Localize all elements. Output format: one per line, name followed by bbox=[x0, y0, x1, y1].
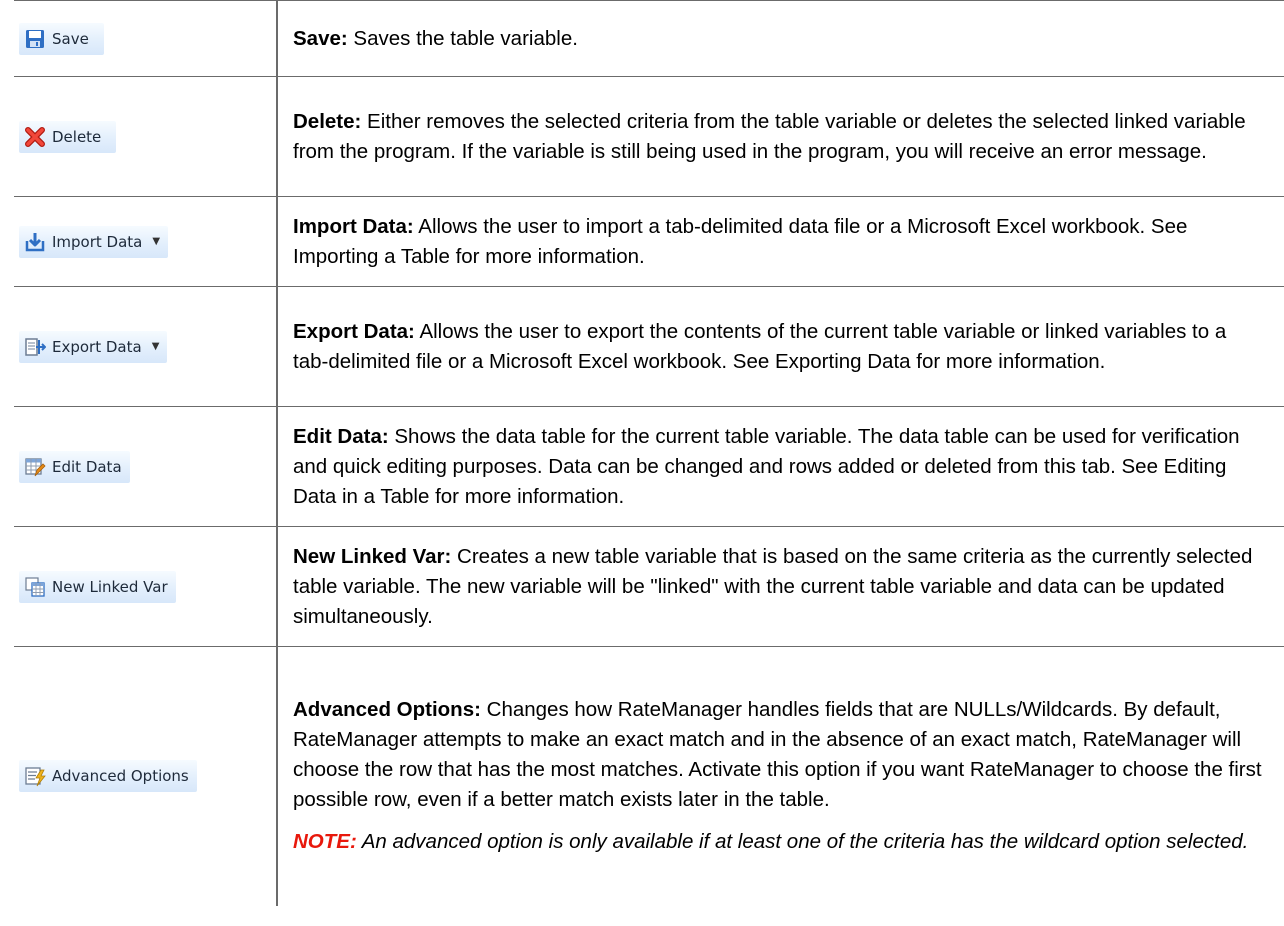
table-row: Advanced Options Advanced Options: Chang… bbox=[14, 646, 1284, 906]
advanced-options-button-label: Advanced Options bbox=[52, 767, 189, 786]
term-label: Edit Data: bbox=[293, 424, 389, 448]
button-cell: Edit Data bbox=[14, 406, 278, 527]
save-icon bbox=[24, 28, 46, 50]
term-label: Save: bbox=[293, 26, 348, 50]
button-cell: New Linked Var bbox=[14, 526, 278, 647]
description-cell: New Linked Var: Creates a new table vari… bbox=[277, 526, 1284, 647]
delete-button-label: Delete bbox=[52, 127, 102, 146]
description-text: Allows the user to export the contents o… bbox=[293, 319, 1227, 373]
advanced-options-icon bbox=[24, 765, 46, 787]
description-cell: Edit Data: Shows the data table for the … bbox=[277, 406, 1284, 527]
delete-icon bbox=[24, 126, 46, 148]
save-button[interactable]: Save bbox=[19, 22, 104, 55]
edit-table-icon bbox=[24, 456, 46, 478]
description-cell: Advanced Options: Changes how RateManage… bbox=[277, 647, 1284, 906]
description-text: Allows the user to import a tab-delimite… bbox=[293, 214, 1188, 268]
button-cell: Advanced Options bbox=[14, 646, 278, 906]
edit-data-button[interactable]: Edit Data bbox=[19, 450, 130, 483]
import-data-button-label: Import Data bbox=[52, 232, 143, 251]
term-label: Advanced Options: bbox=[293, 698, 481, 722]
description-text: Shows the data table for the current tab… bbox=[293, 424, 1240, 508]
chevron-down-icon[interactable]: ▼ bbox=[152, 236, 160, 247]
toolbar-reference-table: Save Save: Saves the table variable. Del… bbox=[14, 0, 1284, 906]
table-row: Delete Delete: Either removes the select… bbox=[14, 76, 1284, 197]
note: NOTE: An advanced option is only availab… bbox=[293, 827, 1262, 857]
button-cell: Export Data ▼ bbox=[14, 286, 278, 407]
table-row: Edit Data Edit Data: Shows the data tabl… bbox=[14, 406, 1284, 527]
description-cell: Delete: Either removes the selected crit… bbox=[277, 76, 1284, 197]
table-row: New Linked Var New Linked Var: Creates a… bbox=[14, 526, 1284, 647]
description-cell: Save: Saves the table variable. bbox=[277, 0, 1284, 77]
table-row: Save Save: Saves the table variable. bbox=[14, 0, 1284, 77]
linked-table-icon bbox=[24, 576, 46, 598]
advanced-options-button[interactable]: Advanced Options bbox=[19, 760, 197, 793]
button-cell: Delete bbox=[14, 76, 278, 197]
delete-button[interactable]: Delete bbox=[19, 120, 116, 153]
export-icon bbox=[24, 336, 46, 358]
description-cell: Import Data: Allows the user to import a… bbox=[277, 196, 1284, 287]
term-label: Delete: bbox=[293, 109, 362, 133]
import-icon bbox=[24, 231, 46, 253]
import-data-button[interactable]: Import Data ▼ bbox=[19, 225, 169, 258]
term-label: New Linked Var: bbox=[293, 544, 452, 568]
new-linked-var-button-label: New Linked Var bbox=[52, 577, 168, 596]
description-text: Saves the table variable. bbox=[347, 26, 578, 50]
note-label: NOTE: bbox=[293, 830, 357, 854]
term-label: Import Data: bbox=[293, 214, 414, 238]
table-row: Import Data ▼ Import Data: Allows the us… bbox=[14, 196, 1284, 287]
button-cell: Save bbox=[14, 0, 278, 77]
edit-data-button-label: Edit Data bbox=[52, 457, 122, 476]
table-row: Export Data ▼ Export Data: Allows the us… bbox=[14, 286, 1284, 407]
export-data-button[interactable]: Export Data ▼ bbox=[19, 330, 168, 363]
save-button-label: Save bbox=[52, 29, 89, 48]
note-text: An advanced option is only available if … bbox=[356, 830, 1249, 854]
button-cell: Import Data ▼ bbox=[14, 196, 278, 287]
new-linked-var-button[interactable]: New Linked Var bbox=[19, 570, 176, 603]
description-cell: Export Data: Allows the user to export t… bbox=[277, 286, 1284, 407]
export-data-button-label: Export Data bbox=[52, 337, 142, 356]
chevron-down-icon[interactable]: ▼ bbox=[152, 341, 160, 352]
description-text: Either removes the selected criteria fro… bbox=[293, 109, 1246, 163]
term-label: Export Data: bbox=[293, 319, 415, 343]
